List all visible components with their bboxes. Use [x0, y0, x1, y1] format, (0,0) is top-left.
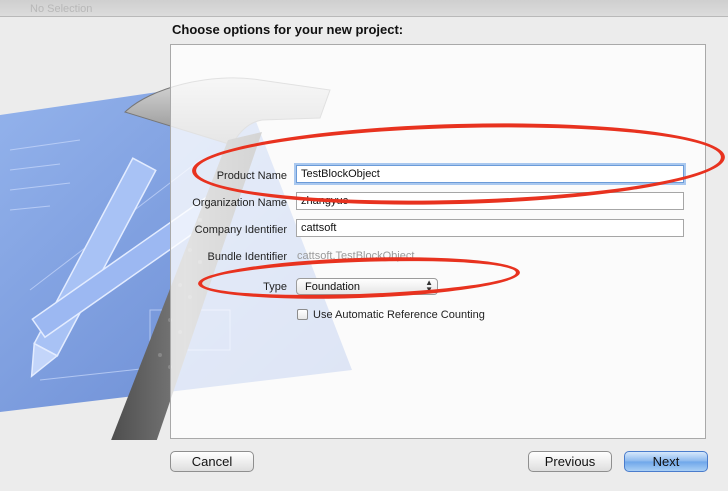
cancel-button[interactable]: Cancel: [170, 451, 254, 472]
company-identifier-label: Company Identifier: [194, 224, 287, 236]
window-top-text: No Selection: [30, 3, 93, 15]
next-button[interactable]: Next: [624, 451, 708, 472]
options-panel: [170, 44, 706, 439]
previous-button[interactable]: Previous: [528, 451, 612, 472]
arc-checkbox[interactable]: [297, 309, 308, 320]
company-identifier-field[interactable]: cattsoft: [296, 219, 684, 237]
bundle-identifier-label: Bundle Identifier: [207, 251, 288, 263]
organization-name-label: Organization Name: [192, 197, 287, 209]
page-title: Choose options for your new project:: [172, 22, 404, 37]
arc-checkbox-label[interactable]: Use Automatic Reference Counting: [313, 309, 485, 321]
window-top-strip: No Selection: [0, 0, 728, 17]
